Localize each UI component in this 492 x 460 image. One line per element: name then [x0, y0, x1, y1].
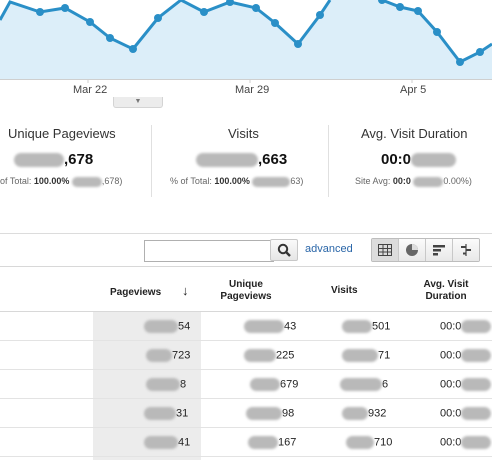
redacted-mask [14, 153, 64, 168]
toolbar-divider [0, 233, 492, 234]
cell-avg-visit-duration: 00:0 [440, 349, 492, 362]
table-search-input[interactable] [144, 240, 274, 262]
table-header-top-border [0, 266, 492, 267]
table-row[interactable]: 41 167 710 00:0 [0, 428, 492, 457]
cell-unique-pageviews: 98 [246, 407, 294, 420]
column-header-pageviews[interactable]: Pageviews ↓ [110, 283, 189, 299]
redacted-mask [411, 153, 457, 168]
cell-pageviews: 54 [144, 320, 190, 333]
table-row[interactable]: 31 98 932 00:0 [0, 399, 492, 428]
view-switcher [371, 238, 480, 262]
magnifier-icon [277, 243, 291, 257]
scorecard-title: Unique Pageviews [8, 126, 116, 141]
redacted-mask [413, 176, 444, 187]
table-row[interactable]: 723 225 71 00:0 [0, 341, 492, 370]
cell-avg-visit-duration: 00:0 [440, 320, 492, 333]
comparison-view-button[interactable] [453, 239, 479, 261]
redacted-mask [252, 176, 291, 187]
cell-avg-visit-duration: 00:0 [440, 378, 492, 391]
pie-view-icon [406, 244, 418, 256]
cell-visits: 710 [346, 436, 392, 449]
cell-pageviews: 31 [144, 407, 188, 420]
performance-view-icon [433, 245, 445, 256]
cell-unique-pageviews: 225 [244, 349, 294, 362]
cell-avg-visit-duration: 00:0 [440, 436, 492, 449]
column-header-unique-pageviews[interactable]: Unique Pageviews [214, 279, 278, 303]
x-label-mar22: Mar 22 [73, 84, 108, 96]
scorecard-unique-pageviews[interactable]: Unique Pageviews ,678 of Total: 100.00% … [0, 119, 150, 199]
scorecard-subtext: of Total: 100.00% ,678) [0, 176, 123, 187]
cell-pageviews: 8 [146, 378, 186, 391]
cell-unique-pageviews: 43 [244, 320, 296, 333]
table-view-icon [378, 244, 392, 256]
column-header-visits[interactable]: Visits [331, 285, 358, 297]
cell-pageviews: 41 [144, 436, 190, 449]
cell-visits: 71 [342, 349, 390, 362]
scorecard-subtext: % of Total: 100.00% 63) [170, 176, 304, 187]
cell-visits: 501 [342, 320, 390, 333]
table-row[interactable]: 54 43 501 00:0 [0, 312, 492, 341]
advanced-filter-link[interactable]: advanced [305, 243, 353, 255]
chevron-down-icon: ▼ [134, 98, 142, 105]
cell-visits: 932 [342, 407, 386, 420]
comparison-view-icon [461, 244, 471, 256]
table-row[interactable]: 8 679 6 00:0 [0, 370, 492, 399]
scorecard-value: 00:0 [381, 151, 457, 168]
cell-unique-pageviews: 679 [250, 378, 298, 391]
redacted-mask [196, 153, 258, 168]
cell-visits: 6 [340, 378, 388, 391]
scorecard-title: Visits [228, 126, 259, 141]
x-label-apr5: Apr 5 [400, 84, 427, 96]
scorecard-title: Avg. Visit Duration [361, 126, 468, 141]
scorecard-subtext: Site Avg: 00:0 0.00%) [355, 176, 472, 187]
scorecard-avg-visit-duration[interactable]: Avg. Visit Duration 00:0 Site Avg: 00:0 … [329, 119, 492, 199]
cell-pageviews: 723 [146, 349, 190, 362]
column-header-avg-visit-duration[interactable]: Avg. Visit Duration [412, 279, 480, 303]
sort-descending-icon: ↓ [181, 283, 189, 298]
scorecard-value: ,663 [196, 151, 287, 168]
redacted-mask [71, 176, 102, 187]
cell-avg-visit-duration: 00:0 [440, 407, 492, 420]
scorecard-value: ,678 [14, 151, 93, 168]
chart-collapse-toggle[interactable]: ▼ [113, 97, 163, 108]
performance-view-button[interactable] [426, 239, 453, 261]
search-button[interactable] [270, 239, 298, 261]
pie-view-button[interactable] [399, 239, 426, 261]
cell-unique-pageviews: 167 [248, 436, 296, 449]
table-view-button[interactable] [372, 239, 399, 261]
scorecard-visits[interactable]: Visits ,663 % of Total: 100.00% 63) [152, 119, 327, 199]
x-label-mar29: Mar 29 [235, 84, 270, 96]
